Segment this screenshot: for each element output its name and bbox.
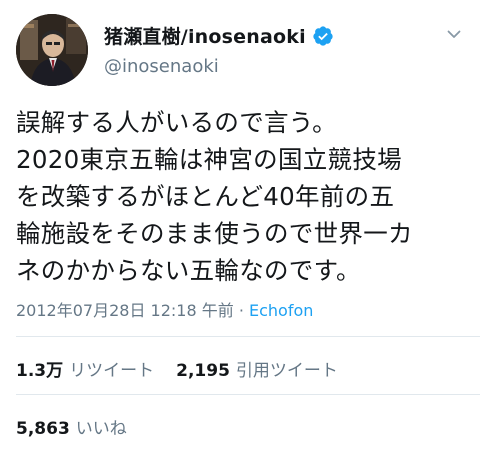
tweet-card: 猪瀬直樹/inosenaoki @inosenaoki 誤解する人がいるので言う… (0, 0, 480, 455)
tweet-timestamp[interactable]: 2012年07月28日 12:18 午前 (16, 301, 234, 320)
meta-separator: · (233, 301, 249, 320)
author-display-name[interactable]: 猪瀬直樹/inosenaoki (104, 22, 306, 49)
likes-count: 5,863 (16, 419, 70, 439)
likes-label: いいね (75, 419, 127, 439)
engagement-stats: 1.3万 リツイート 2,195 引用ツイート (16, 356, 338, 381)
avatar-image (16, 14, 88, 86)
retweets-count: 1.3万 (16, 361, 64, 381)
tweet-text: 誤解する人がいるので言う。 2020東京五輪は神宮の国立競技場 を改築するがほと… (16, 108, 413, 285)
tweet-meta: 2012年07月28日 12:18 午前 · Echofon (16, 297, 313, 321)
author-handle[interactable]: @inosenaoki (104, 56, 219, 77)
chevron-down-icon[interactable] (446, 26, 462, 42)
quotes-stat[interactable]: 2,195 引用ツイート (176, 361, 338, 381)
tweet-source-link[interactable]: Echofon (249, 301, 313, 320)
quotes-count: 2,195 (176, 361, 230, 381)
verified-badge-icon (312, 25, 334, 47)
avatar[interactable] (16, 14, 88, 86)
author-name-row[interactable]: 猪瀬直樹/inosenaoki (104, 22, 334, 49)
likes-stat[interactable]: 5,863 いいね (16, 414, 127, 439)
divider (16, 394, 480, 395)
retweets-label: リツイート (69, 361, 155, 381)
retweets-stat[interactable]: 1.3万 リツイート (16, 361, 154, 381)
quotes-label: 引用ツイート (235, 361, 338, 381)
divider (16, 336, 480, 337)
